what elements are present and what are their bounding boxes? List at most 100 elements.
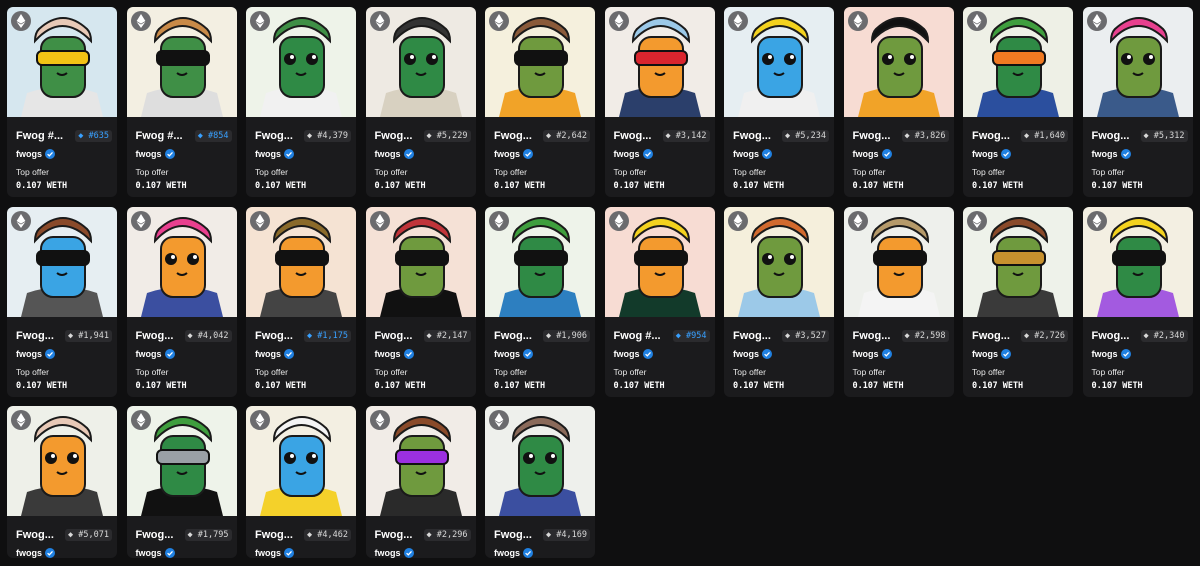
collection-name[interactable]: fwogs bbox=[733, 349, 759, 359]
nft-name[interactable]: Fwog... bbox=[136, 330, 182, 342]
collection-name[interactable]: fwogs bbox=[494, 149, 520, 159]
ethereum-icon bbox=[728, 11, 748, 31]
nft-card[interactable]: Fwog #... ◆ #854 fwogs Top offer 0.107 WETH bbox=[126, 7, 237, 197]
ethereum-icon bbox=[11, 410, 31, 430]
verified-badge-icon bbox=[403, 149, 414, 159]
collection-name[interactable]: fwogs bbox=[16, 349, 42, 359]
nft-name[interactable]: Fwog... bbox=[1092, 330, 1138, 342]
nft-card[interactable]: Fwog... ◆ #3,826 fwogs Top offer 0.107 WETH bbox=[843, 7, 954, 197]
top-offer-label: Top offer bbox=[733, 167, 766, 177]
rarity-rank-badge: ◆ #5,234 bbox=[782, 130, 829, 142]
collection-name[interactable]: fwogs bbox=[494, 548, 520, 558]
rarity-rank-badge: ◆ #635 bbox=[75, 130, 112, 142]
nft-card[interactable]: Fwog #... ◆ #954 fwogs Top offer 0.107 WETH bbox=[604, 206, 715, 397]
collection-name[interactable]: fwogs bbox=[1092, 349, 1118, 359]
nft-card[interactable]: Fwog #... ◆ #635 fwogs Top offer 0.107 WETH bbox=[7, 7, 117, 197]
nft-card[interactable]: Fwog... ◆ #3,527 fwogs Top offer 0.107 WETH bbox=[724, 206, 834, 397]
collection-row: fwogs bbox=[494, 348, 533, 360]
collection-name[interactable]: fwogs bbox=[16, 548, 42, 558]
nft-name[interactable]: Fwog #... bbox=[16, 130, 72, 142]
collection-name[interactable]: fwogs bbox=[136, 548, 162, 558]
nft-card[interactable]: Fwog... ◆ #4,042 fwogs Top offer 0.107 WETH bbox=[126, 206, 237, 397]
collection-name[interactable]: fwogs bbox=[255, 548, 281, 558]
collection-name[interactable]: fwogs bbox=[375, 349, 401, 359]
nft-card[interactable]: Fwog... ◆ #2,296 fwogs bbox=[365, 406, 476, 558]
collection-name[interactable]: fwogs bbox=[1092, 149, 1118, 159]
collection-name[interactable]: fwogs bbox=[255, 349, 281, 359]
verified-badge-icon bbox=[762, 149, 772, 159]
rarity-rank-badge: ◆ #2,340 bbox=[1140, 329, 1188, 342]
collection-name[interactable]: fwogs bbox=[972, 349, 998, 359]
collection-name[interactable]: fwogs bbox=[972, 149, 998, 159]
nft-card[interactable]: Fwog... ◆ #2,147 fwogs Top offer 0.107 WETH bbox=[365, 206, 476, 397]
nft-name[interactable]: Fwog... bbox=[853, 130, 899, 142]
nft-name[interactable]: Fwog... bbox=[853, 330, 899, 342]
nft-card[interactable]: Fwog... ◆ #3,142 fwogs Top offer 0.107 WETH bbox=[604, 7, 715, 197]
rarity-rank-badge: ◆ #2,598 bbox=[901, 329, 949, 342]
collection-name[interactable]: fwogs bbox=[614, 149, 640, 159]
nft-name[interactable]: Fwog... bbox=[375, 130, 421, 142]
nft-name[interactable]: Fwog... bbox=[255, 529, 301, 541]
nft-name[interactable]: Fwog... bbox=[494, 529, 540, 541]
title-row: Fwog... ◆ #4,169 bbox=[494, 528, 590, 542]
nft-name[interactable]: Fwog... bbox=[255, 130, 301, 142]
collection-name[interactable]: fwogs bbox=[136, 149, 162, 159]
nft-name[interactable]: Fwog... bbox=[136, 529, 182, 541]
nft-name[interactable]: Fwog... bbox=[972, 330, 1018, 342]
nft-name[interactable]: Fwog... bbox=[494, 130, 540, 142]
nft-name[interactable]: Fwog... bbox=[1092, 130, 1138, 142]
nft-card[interactable]: Fwog... ◆ #4,379 fwogs Top offer 0.107 WETH bbox=[246, 7, 356, 197]
nft-card[interactable]: Fwog... ◆ #2,598 fwogs Top offer 0.107 WETH bbox=[843, 206, 954, 397]
nft-name[interactable]: Fwog... bbox=[614, 130, 660, 142]
nft-card[interactable]: Fwog... ◆ #4,169 fwogs bbox=[485, 406, 595, 558]
nft-card[interactable]: Fwog... ◆ #1,906 fwogs Top offer 0.107 WETH bbox=[485, 206, 595, 397]
rarity-rank-badge: ◆ #5,229 bbox=[423, 130, 471, 142]
collection-name[interactable]: fwogs bbox=[375, 548, 401, 558]
ethereum-icon bbox=[369, 210, 390, 231]
collection-name[interactable]: fwogs bbox=[614, 349, 640, 359]
nft-card[interactable]: Fwog... ◆ #5,312 fwogs Top offer 0.107 WETH bbox=[1082, 7, 1193, 197]
collection-name[interactable]: fwogs bbox=[255, 149, 281, 159]
ethereum-icon bbox=[369, 410, 390, 430]
verified-badge-icon bbox=[1001, 149, 1011, 159]
title-row: Fwog... ◆ #5,234 bbox=[733, 129, 829, 143]
collection-row: fwogs bbox=[255, 348, 294, 360]
collection-name[interactable]: fwogs bbox=[136, 349, 162, 359]
nft-name[interactable]: Fwog #... bbox=[136, 130, 192, 142]
top-offer-value: 0.107 WETH bbox=[374, 380, 426, 391]
nft-card[interactable]: Fwog... ◆ #1,795 fwogs bbox=[126, 406, 237, 558]
collection-row: fwogs bbox=[16, 547, 55, 558]
nft-card[interactable]: Fwog... ◆ #2,642 fwogs Top offer 0.107 WETH bbox=[485, 7, 595, 197]
collection-name[interactable]: fwogs bbox=[853, 349, 879, 359]
nft-name[interactable]: Fwog... bbox=[733, 330, 779, 342]
nft-card[interactable]: Fwog... ◆ #5,234 fwogs Top offer 0.107 WETH bbox=[724, 7, 834, 197]
nft-card[interactable]: Fwog... ◆ #1,941 fwogs Top offer 0.107 WETH bbox=[7, 206, 117, 397]
collection-name[interactable]: fwogs bbox=[494, 349, 520, 359]
nft-card[interactable]: Fwog... ◆ #2,340 fwogs Top offer 0.107 WETH bbox=[1082, 206, 1193, 397]
nft-card[interactable]: Fwog... ◆ #1,640 fwogs Top offer 0.107 WETH bbox=[963, 7, 1073, 197]
nft-name[interactable]: Fwog... bbox=[375, 529, 421, 541]
nft-card[interactable]: Fwog... ◆ #4,462 fwogs bbox=[246, 406, 356, 558]
collection-name[interactable]: fwogs bbox=[853, 149, 879, 159]
nft-card[interactable]: Fwog... ◆ #5,071 fwogs bbox=[7, 406, 117, 558]
title-row: Fwog #... ◆ #854 bbox=[136, 129, 232, 143]
collection-name[interactable]: fwogs bbox=[733, 149, 759, 159]
nft-name[interactable]: Fwog... bbox=[16, 529, 62, 541]
collection-name[interactable]: fwogs bbox=[16, 149, 42, 159]
nft-card[interactable]: Fwog... ◆ #2,726 fwogs Top offer 0.107 WETH bbox=[963, 206, 1073, 397]
nft-name[interactable]: Fwog #... bbox=[614, 330, 670, 342]
nft-name[interactable]: Fwog... bbox=[972, 130, 1018, 142]
top-offer-value: 0.107 WETH bbox=[852, 380, 904, 391]
collection-row: fwogs bbox=[375, 348, 414, 360]
collection-name[interactable]: fwogs bbox=[375, 149, 401, 159]
nft-card[interactable]: Fwog... ◆ #1,175 fwogs Top offer 0.107 WETH bbox=[246, 206, 356, 397]
verified-badge-icon bbox=[45, 548, 55, 558]
nft-name[interactable]: Fwog... bbox=[16, 330, 62, 342]
top-offer-label: Top offer bbox=[972, 366, 1005, 377]
nft-name[interactable]: Fwog... bbox=[733, 130, 779, 142]
top-offer-value: 0.107 WETH bbox=[972, 380, 1024, 391]
nft-card[interactable]: Fwog... ◆ #5,229 fwogs Top offer 0.107 WETH bbox=[365, 7, 476, 197]
nft-name[interactable]: Fwog... bbox=[494, 330, 540, 342]
nft-name[interactable]: Fwog... bbox=[255, 330, 301, 342]
nft-name[interactable]: Fwog... bbox=[375, 330, 421, 342]
